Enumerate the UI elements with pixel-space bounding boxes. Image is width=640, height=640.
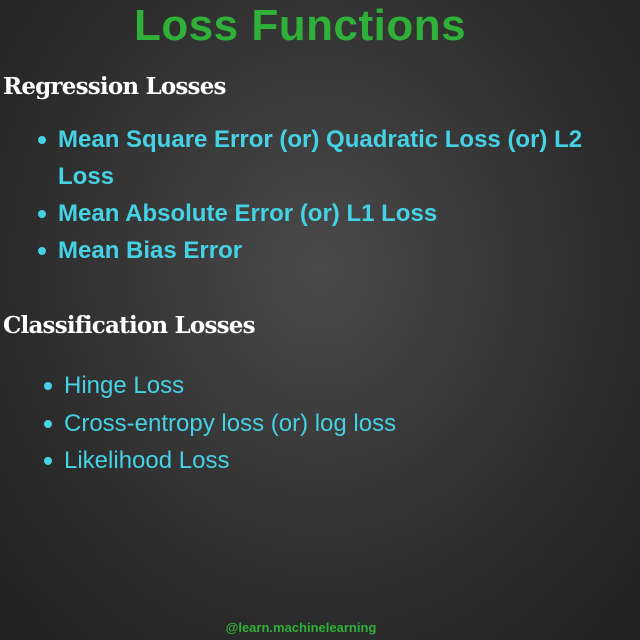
bullet-icon xyxy=(44,457,52,465)
bullet-icon xyxy=(38,136,46,144)
classification-losses-list: Hinge Loss Cross-entropy loss (or) log l… xyxy=(42,367,602,480)
bullet-icon xyxy=(44,419,52,428)
bullet-icon xyxy=(38,210,46,218)
list-item-label: Mean Bias Error xyxy=(58,237,243,264)
page-title: Loss Functions xyxy=(133,1,467,50)
regression-losses-list: Mean Square Error (or) Quadratic Loss (o… xyxy=(36,121,626,269)
list-item: Likelihood Loss xyxy=(42,442,602,480)
section-heading-classification: Classification Losses xyxy=(3,312,256,339)
list-item: Mean Square Error (or) Quadratic Loss (o… xyxy=(36,121,626,195)
list-item-label: Likelihood Loss xyxy=(64,447,230,474)
list-item: Mean Absolute Error (or) L1 Loss xyxy=(36,195,626,232)
list-item-label: Mean Absolute Error (or) L1 Loss xyxy=(58,200,438,227)
list-item: Hinge Loss xyxy=(42,367,602,405)
list-item-label: Hinge Loss xyxy=(64,372,185,399)
list-item: Mean Bias Error xyxy=(36,232,626,269)
list-item: Cross-entropy loss (or) log loss xyxy=(42,405,602,443)
section-heading-regression: Regression Losses xyxy=(3,73,226,100)
list-item-label: Cross-entropy loss (or) log loss xyxy=(64,409,397,437)
bullet-icon xyxy=(44,382,52,390)
list-item-label: Mean Square Error (or) Quadratic Loss (o… xyxy=(58,126,583,190)
bullet-icon xyxy=(38,247,46,255)
footer-handle: @learn.machinelearning xyxy=(225,620,377,635)
